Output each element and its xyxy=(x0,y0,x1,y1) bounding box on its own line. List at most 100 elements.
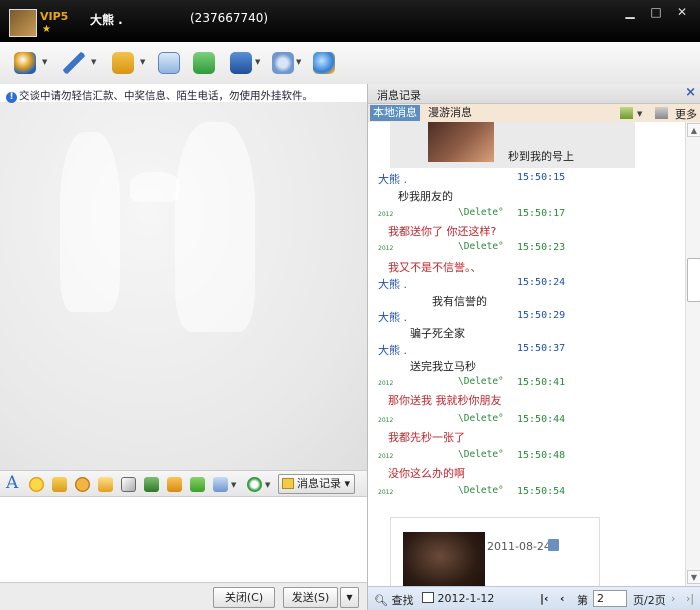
message-time: 15:50:24 xyxy=(517,277,566,288)
image-icon[interactable] xyxy=(144,477,159,492)
tab-local-messages[interactable]: 本地消息 xyxy=(370,105,420,121)
prev-page-icon[interactable]: ‹ xyxy=(560,592,565,605)
scroll-up-icon[interactable]: ▲ xyxy=(687,123,700,137)
avatar[interactable] xyxy=(9,9,37,37)
message-header: 2012 xyxy=(378,453,394,460)
close-icon[interactable]: × xyxy=(685,85,696,100)
image-message[interactable]: 2011-08-24 xyxy=(390,517,600,586)
next-page-icon[interactable]: › xyxy=(671,592,675,605)
history-title: 消息记录 xyxy=(377,89,421,102)
chevron-down-icon[interactable]: ▼ xyxy=(42,58,47,66)
contact-id: (237667740) xyxy=(190,11,269,25)
chevron-down-icon[interactable]: ▼ xyxy=(91,58,96,66)
history-icon xyxy=(282,478,294,489)
share-icon[interactable] xyxy=(193,52,215,74)
chevron-down-icon[interactable]: ▼ xyxy=(296,58,301,66)
chevron-down-icon[interactable]: ▼ xyxy=(265,481,270,489)
shared-image[interactable]: 秒到我的号上 xyxy=(390,122,635,168)
message-text: 我都先秒一张了 xyxy=(388,431,465,444)
sender-name: \Delete° xyxy=(458,413,504,424)
sender-name: 大熊 . xyxy=(378,278,407,291)
format-toolbar: A ▼ ▼ 消息记录 ▾ xyxy=(0,470,367,496)
nudge-icon[interactable] xyxy=(75,477,90,492)
message-list: 秒到我的号上 大熊 . 15:50:15 秒我朋友的 2012 \Delete°… xyxy=(368,122,685,586)
game-icon[interactable] xyxy=(190,477,205,492)
send-file-icon[interactable] xyxy=(112,52,134,74)
search-button[interactable]: 🔍︎ 查找 xyxy=(374,592,413,608)
close-icon[interactable]: ✕ xyxy=(670,3,694,21)
speaker-icon[interactable] xyxy=(655,107,668,119)
title-bar: VIP5 ★ 大熊 . (237667740) ▁ □ ✕ xyxy=(0,0,700,42)
history-scrollbar[interactable]: ▲ ▼ xyxy=(685,122,700,586)
more-tools-icon[interactable] xyxy=(247,477,262,492)
date-picker[interactable]: 2012-1-12 xyxy=(422,592,494,605)
image-thumbnail xyxy=(428,122,494,162)
sender-name: 大熊 . xyxy=(378,311,407,324)
page-count: 页/2页 xyxy=(633,594,666,607)
message-text: 秒我朋友的 xyxy=(398,190,453,203)
minimize-icon[interactable]: ▁ xyxy=(618,3,642,21)
message-header: 2012 xyxy=(378,245,394,252)
scrollbar-thumb[interactable] xyxy=(687,258,700,302)
voice-call-icon[interactable] xyxy=(63,52,85,74)
sender-name: 大熊 . xyxy=(378,344,407,357)
message-text: 送完我立马秒 xyxy=(410,360,476,373)
image-date: 2011-08-24 xyxy=(487,540,551,553)
chevron-down-icon[interactable]: ▼ xyxy=(231,481,236,489)
scroll-down-icon[interactable]: ▼ xyxy=(687,570,700,584)
chevron-down-icon[interactable]: ▼ xyxy=(637,110,642,118)
maximize-icon[interactable]: □ xyxy=(644,3,668,21)
trash-icon[interactable] xyxy=(548,539,559,551)
first-page-icon[interactable]: |‹ xyxy=(540,592,549,605)
emoji-icon[interactable] xyxy=(29,477,44,492)
send-button[interactable]: 发送(S) xyxy=(283,587,338,608)
sender-name: \Delete° xyxy=(458,449,504,460)
font-icon[interactable]: A xyxy=(6,473,18,493)
gift-icon[interactable] xyxy=(98,477,113,492)
magic-emoji-icon[interactable] xyxy=(52,477,67,492)
message-history-button[interactable]: 消息记录 ▾ xyxy=(278,474,355,494)
history-tabs: 本地消息 漫游消息 ▼ 更多 xyxy=(368,104,700,122)
message-text: 没你这么办的啊 xyxy=(388,467,465,480)
message-time: 15:50:44 xyxy=(517,414,566,425)
apps-icon[interactable] xyxy=(313,52,335,74)
sender-name: \Delete° xyxy=(458,241,504,252)
music-icon[interactable] xyxy=(167,477,182,492)
message-header: 2012 xyxy=(378,417,394,424)
message-text: 骗子死全家 xyxy=(410,327,465,340)
edit-icon[interactable] xyxy=(121,477,136,492)
send-email-icon[interactable] xyxy=(158,52,180,74)
send-options-chevron-icon[interactable]: ▼ xyxy=(340,587,359,608)
security-warning: ! 交谈中请勿轻信汇款、中奖信息、陌生电话，勿使用外挂软件。 xyxy=(6,88,313,103)
settings-icon[interactable] xyxy=(272,52,294,74)
message-time: 15:50:17 xyxy=(517,208,566,219)
message-text: 我又不是不信誉。、 xyxy=(388,261,482,274)
info-icon: ! xyxy=(6,92,17,103)
more-link[interactable]: 更多 xyxy=(675,106,697,122)
screenshot-icon[interactable] xyxy=(213,477,228,492)
message-time: 15:50:29 xyxy=(517,310,566,321)
message-input[interactable] xyxy=(0,496,367,582)
history-tool-icon[interactable] xyxy=(620,107,633,119)
chevron-down-icon[interactable]: ▼ xyxy=(255,58,260,66)
vip-badge: VIP5 xyxy=(40,10,69,23)
message-header: 2012 xyxy=(378,211,394,218)
tab-roaming-messages[interactable]: 漫游消息 xyxy=(428,105,472,121)
history-header: 消息记录 × xyxy=(368,84,700,104)
page-input[interactable]: 2 xyxy=(593,590,627,607)
main-toolbar: ▼ ▼ ▼ ▼ ▼ xyxy=(0,42,700,84)
chat-display[interactable] xyxy=(0,102,367,470)
video-call-icon[interactable] xyxy=(14,52,36,74)
sender-name: \Delete° xyxy=(458,485,504,496)
last-page-icon[interactable]: ›| xyxy=(686,592,694,605)
image-thumbnail xyxy=(403,532,485,586)
star-icon: ★ xyxy=(42,24,51,35)
close-button[interactable]: 关闭(C) xyxy=(213,587,275,608)
chevron-down-icon[interactable]: ▼ xyxy=(140,58,145,66)
message-text: 我都送你了 你还这样? xyxy=(388,225,497,238)
message-header: 大熊 . xyxy=(378,173,407,186)
message-header: 2012 xyxy=(378,489,394,496)
remote-assist-icon[interactable] xyxy=(230,52,252,74)
send-bar: 关闭(C) 发送(S) ▼ xyxy=(0,582,367,610)
contact-name: 大熊 . xyxy=(90,13,123,27)
